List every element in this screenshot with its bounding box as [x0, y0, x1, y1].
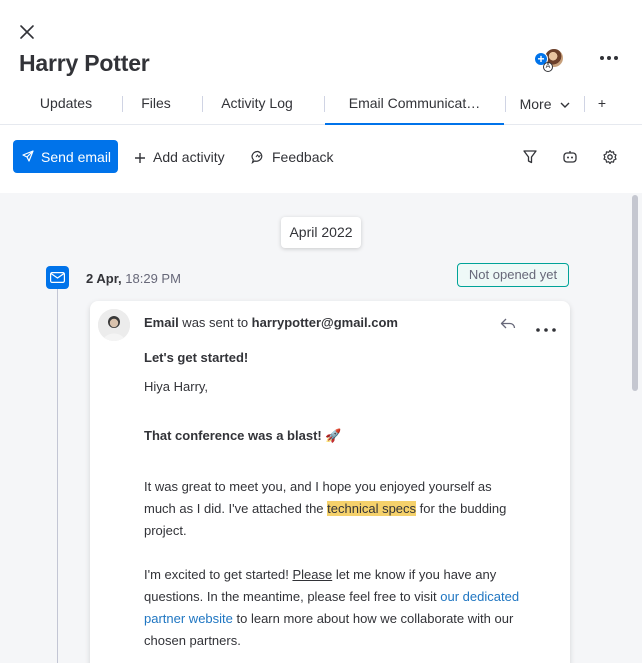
feedback-button[interactable]: Feedback — [251, 149, 333, 167]
toolbar: Send email Add activity Feedback — [0, 140, 642, 176]
tab-files[interactable]: Files — [130, 88, 182, 124]
more-options-icon[interactable] — [596, 50, 622, 66]
timeline-line — [57, 289, 58, 663]
chevron-down-icon — [560, 88, 570, 118]
send-email-button[interactable]: Send email — [13, 140, 118, 173]
email-time: 18:29 PM — [125, 271, 181, 286]
more-options-icon[interactable] — [534, 320, 558, 332]
add-activity-button[interactable]: Add activity — [134, 149, 225, 167]
email-card[interactable]: Email was sent to harrypotter@gmail.com … — [90, 301, 570, 663]
page-title: Harry Potter — [19, 50, 150, 76]
admin-badge: A — [543, 62, 553, 72]
send-icon — [22, 150, 34, 162]
email-label: Email — [144, 315, 179, 330]
feedback-icon — [251, 150, 265, 167]
email-sent-to-text: was sent to — [178, 315, 252, 330]
email-heading: That conference was a blast! 🚀 — [144, 428, 342, 443]
recipient-address: harrypotter@gmail.com — [251, 315, 398, 330]
email-timestamp: 2 Apr, 18:29 PM — [86, 271, 181, 286]
email-paragraph: I'm excited to get started! Please let m… — [144, 564, 534, 652]
underlined-text: Please — [292, 567, 333, 582]
add-activity-label: Add activity — [153, 149, 225, 165]
tab-divider — [505, 96, 506, 112]
email-paragraph: It was great to meet you, and I hope you… — [144, 476, 524, 542]
status-badge: Not opened yet — [457, 263, 569, 287]
mail-icon — [46, 266, 69, 289]
tab-bar: Updates Files Activity Log Email Communi… — [0, 88, 642, 125]
tab-divider — [122, 96, 123, 112]
tab-activity-log[interactable]: Activity Log — [210, 88, 304, 124]
email-feed: April 2022 2 Apr, 18:29 PM Not opened ye… — [0, 193, 642, 663]
tab-divider — [202, 96, 203, 112]
reply-icon[interactable] — [500, 317, 516, 331]
tab-divider — [584, 96, 585, 112]
tab-more-label: More — [519, 96, 552, 112]
settings-icon[interactable] — [601, 148, 619, 166]
tab-updates[interactable]: Updates — [26, 88, 106, 124]
email-header: Email was sent to harrypotter@gmail.com — [144, 315, 398, 330]
paragraph-text: I'm excited to get started! — [144, 567, 293, 582]
send-email-label: Send email — [41, 149, 112, 165]
subscribers-avatars[interactable]: + A — [532, 46, 568, 72]
email-subject: Let's get started! — [144, 350, 249, 365]
close-icon[interactable] — [17, 22, 37, 42]
month-separator: April 2022 — [281, 217, 361, 248]
scrollbar[interactable] — [632, 195, 638, 391]
highlighted-text: technical specs — [327, 501, 417, 516]
tab-email-communication[interactable]: Email Communicat… — [325, 88, 504, 125]
email-date: 2 Apr, — [86, 271, 122, 286]
robot-icon[interactable] — [561, 148, 579, 166]
plus-icon — [134, 151, 146, 167]
avatar — [98, 309, 130, 341]
add-tab-button[interactable]: + — [590, 88, 614, 124]
feedback-label: Feedback — [272, 149, 334, 165]
filter-icon[interactable] — [521, 148, 539, 166]
tab-more[interactable]: More — [512, 88, 578, 124]
email-greeting: Hiya Harry, — [144, 379, 209, 394]
